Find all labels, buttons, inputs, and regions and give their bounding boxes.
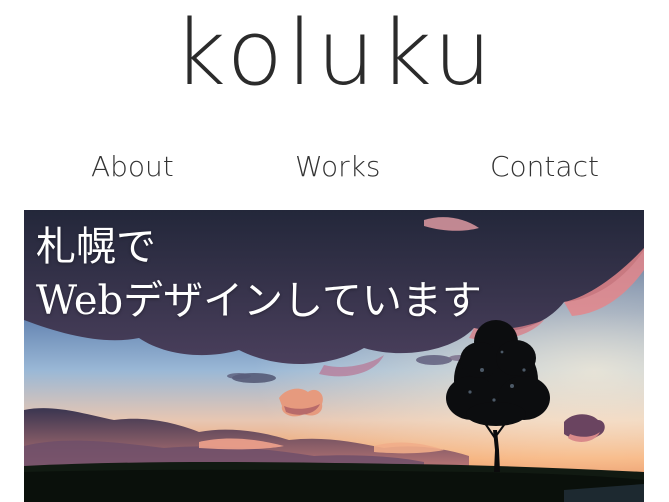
hero-headline-line-2: Webデザインしています (36, 278, 482, 324)
nav-item-contact[interactable]: Contact (490, 145, 599, 189)
main-nav: About Works Contact (0, 145, 669, 193)
hero-headline-line-1: 札幌で (36, 224, 156, 270)
hero-banner: 札幌で Webデザインしています (24, 210, 644, 502)
nav-item-works[interactable]: Works (295, 145, 381, 189)
logo-text: koluku (173, 1, 496, 106)
site-logo[interactable]: koluku (0, 0, 669, 118)
nav-item-about[interactable]: About (91, 145, 174, 189)
hero-headline: 札幌で Webデザインしています (36, 220, 482, 328)
